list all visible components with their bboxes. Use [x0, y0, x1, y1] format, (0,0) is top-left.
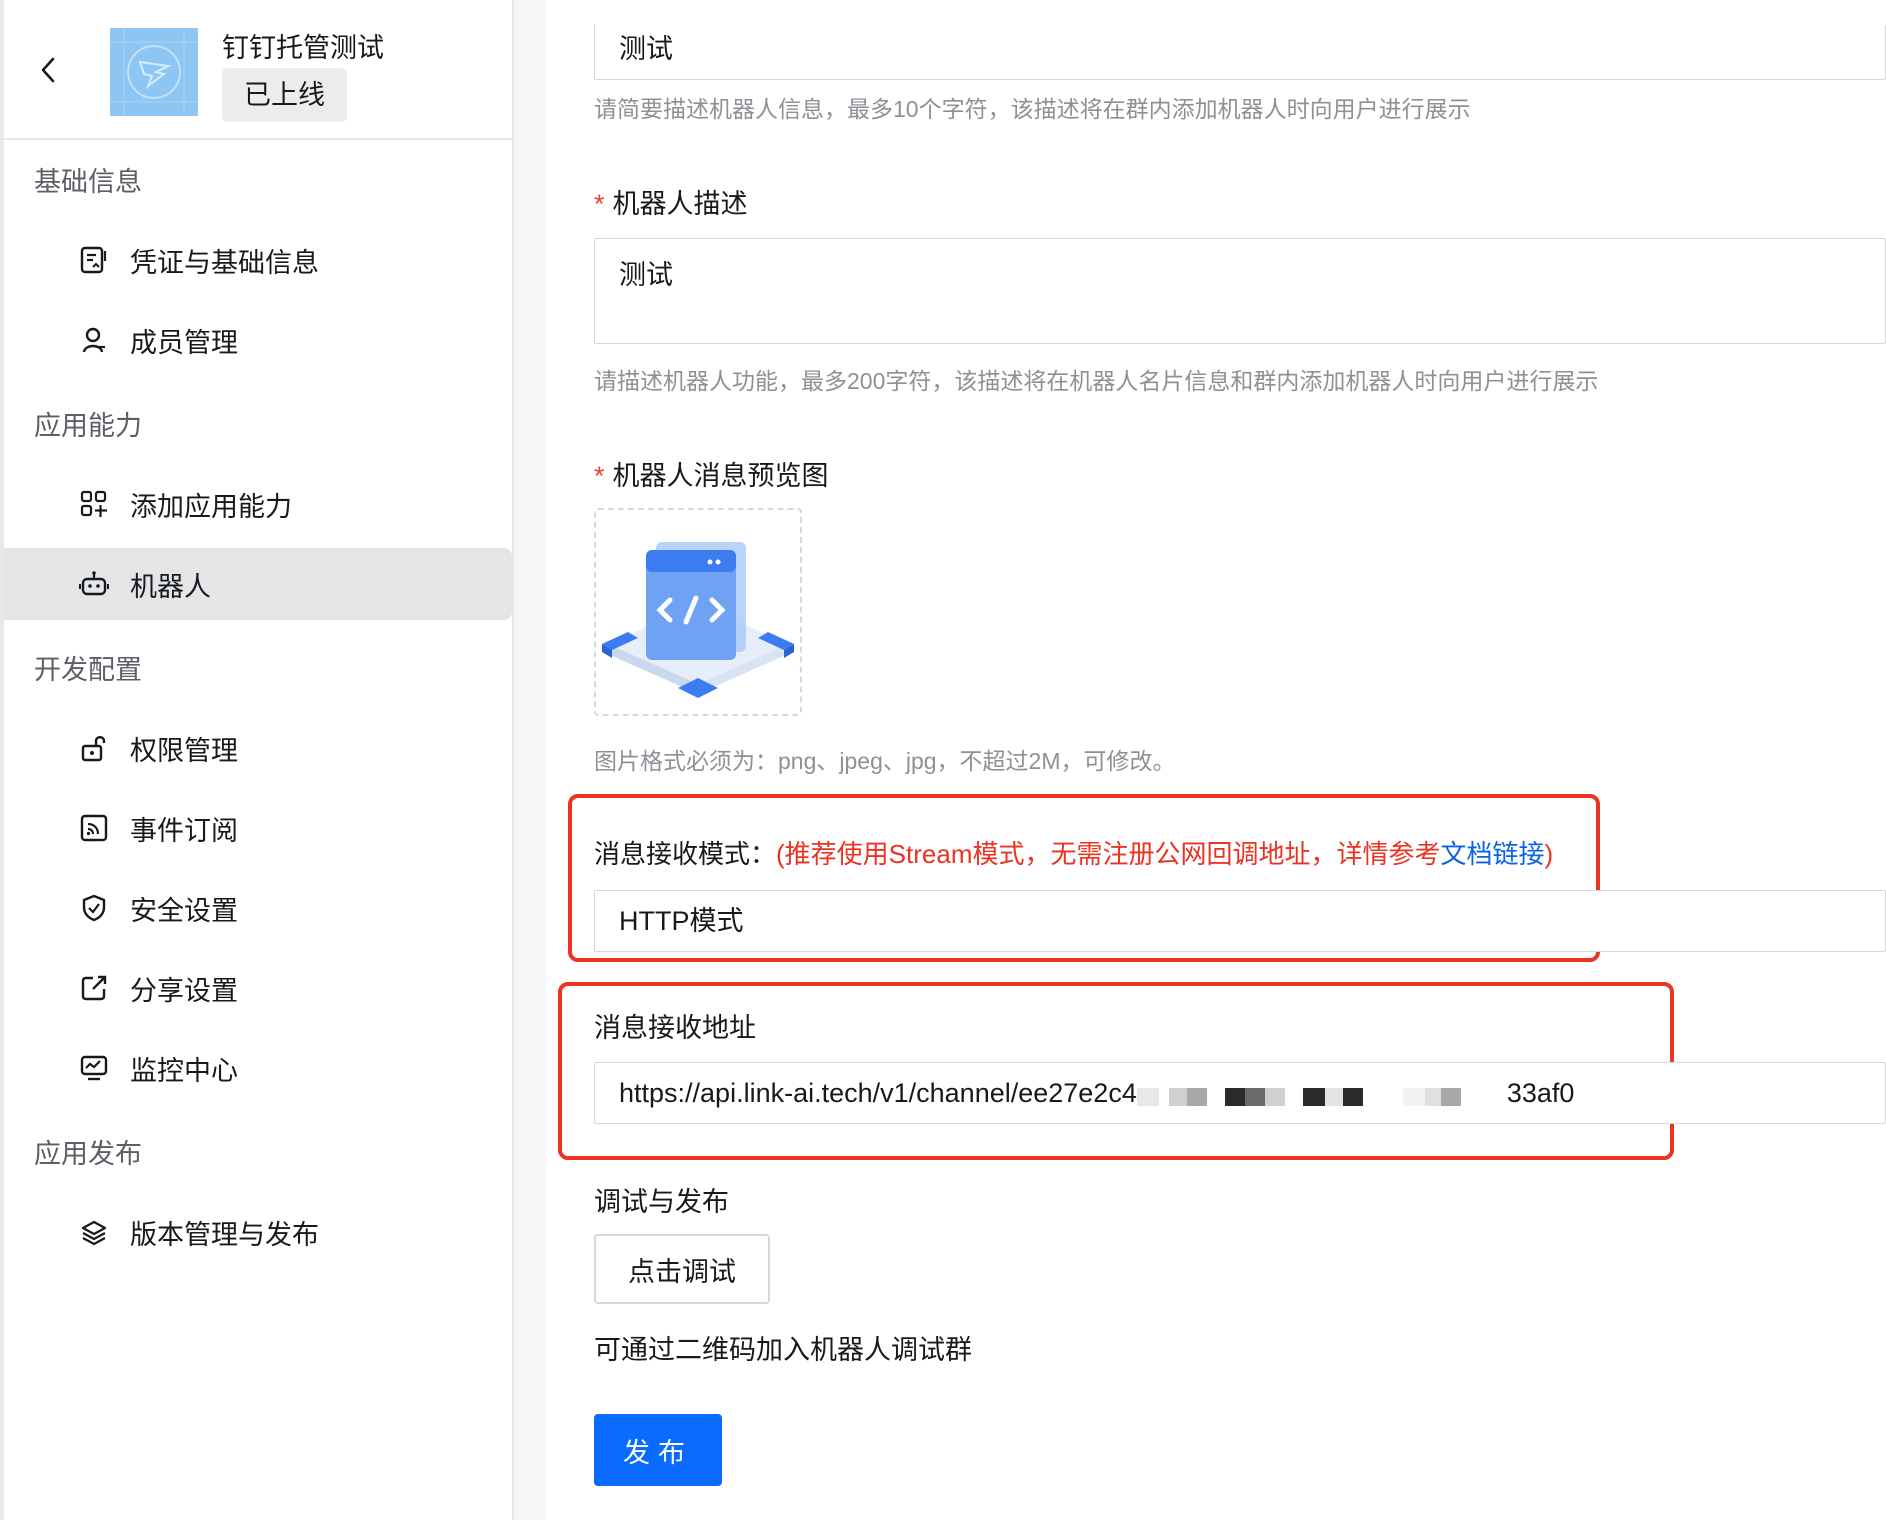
sidebar-item-label: 版本管理与发布 [130, 1219, 319, 1250]
mode-note: (推荐使用Stream模式，无需注册公网回调地址，详情参考 [776, 839, 1441, 869]
brief-hint: 请简要描述机器人信息，最多10个字符，该描述将在群内添加机器人时向用户进行展示 [594, 96, 1471, 122]
section-title-release: 应用发布 [34, 1139, 142, 1169]
brief-input[interactable]: 测试 [594, 24, 1886, 80]
desc-label-text: 机器人描述 [612, 189, 748, 219]
dingtalk-logo-icon [110, 28, 198, 116]
sidebar-item-add-capability[interactable]: 添加应用能力 [4, 468, 512, 540]
mode-label: 消息接收模式：(推荐使用Stream模式，无需注册公网回调地址，详情参考文档链接… [594, 834, 1553, 871]
app-logo [110, 28, 198, 116]
section-title-dev: 开发配置 [34, 655, 142, 685]
sidebar-item-credentials[interactable]: 凭证与基础信息 [4, 224, 512, 296]
sidebar-item-members[interactable]: 成员管理 [4, 304, 512, 376]
publish-button[interactable]: 发布 [594, 1414, 722, 1486]
sidebar-item-label: 监控中心 [130, 1055, 238, 1086]
sidebar: 钉钉托管测试 已上线 基础信息 凭证与基础信息 成员管理 应用能力 添加应用能力… [0, 0, 514, 1520]
preview-image-upload[interactable] [594, 508, 802, 716]
sidebar-item-permissions[interactable]: 权限管理 [4, 712, 512, 784]
url-input[interactable]: https://api.link-ai.tech/v1/channel/ee27… [594, 1062, 1886, 1124]
sidebar-item-label: 机器人 [130, 571, 211, 602]
sidebar-item-share[interactable]: 分享设置 [4, 952, 512, 1024]
sidebar-item-label: 事件订阅 [130, 815, 238, 846]
sidebar-item-label: 凭证与基础信息 [130, 247, 319, 278]
chevron-left-icon[interactable] [34, 52, 62, 88]
desc-textarea[interactable]: 测试 [594, 238, 1886, 344]
required-mark: * [594, 189, 605, 219]
rss-icon [76, 810, 112, 846]
mode-select[interactable]: HTTP模式 [594, 890, 1886, 952]
mode-label-text: 消息接收模式： [594, 839, 777, 869]
robot-icon [76, 566, 112, 602]
sidebar-item-robot[interactable]: 机器人 [4, 548, 512, 620]
sidebar-item-security[interactable]: 安全设置 [4, 872, 512, 944]
sidebar-item-label: 权限管理 [130, 735, 238, 766]
credential-icon [76, 242, 112, 278]
app-header: 钉钉托管测试 已上线 [0, 0, 512, 140]
sidebar-item-label: 分享设置 [130, 975, 238, 1006]
lock-icon [76, 730, 112, 766]
sidebar-item-label: 添加应用能力 [130, 491, 292, 522]
section-title-basic: 基础信息 [34, 167, 142, 197]
sidebar-item-monitor[interactable]: 监控中心 [4, 1032, 512, 1104]
apps-add-icon [76, 486, 112, 522]
status-badge: 已上线 [222, 68, 347, 122]
sidebar-item-label: 安全设置 [130, 895, 238, 926]
preview-hint: 图片格式必须为：png、jpeg、jpg，不超过2M，可修改。 [594, 748, 1176, 774]
sidebar-item-events[interactable]: 事件订阅 [4, 792, 512, 864]
url-value-end: 33af0 [1506, 1078, 1575, 1108]
debug-button[interactable]: 点击调试 [594, 1234, 770, 1304]
main-content: 测试 请简要描述机器人信息，最多10个字符，该描述将在群内添加机器人时向用户进行… [546, 0, 1886, 1520]
app-name: 钉钉托管测试 [222, 33, 384, 63]
preview-label-text: 机器人消息预览图 [612, 461, 829, 491]
share-icon [76, 970, 112, 1006]
mode-note-end: ) [1544, 839, 1554, 869]
doc-link[interactable]: 文档链接 [1440, 839, 1544, 869]
preview-label: * 机器人消息预览图 [594, 454, 829, 493]
required-mark: * [594, 461, 605, 491]
url-value-start: https://api.link-ai.tech/v1/channel/ee27… [619, 1078, 1137, 1108]
qr-text: 可通过二维码加入机器人调试群 [594, 1335, 972, 1365]
code-window-illustration-icon [602, 542, 794, 698]
sidebar-item-versions[interactable]: 版本管理与发布 [4, 1196, 512, 1268]
sidebar-item-label: 成员管理 [130, 327, 238, 358]
desc-hint: 请描述机器人功能，最多200字符，该描述将在机器人名片信息和群内添加机器人时向用… [594, 368, 1599, 394]
section-title-capability: 应用能力 [34, 411, 142, 441]
monitor-icon [76, 1050, 112, 1086]
url-label: 消息接收地址 [594, 1013, 756, 1043]
layers-icon [76, 1214, 112, 1250]
shield-icon [76, 890, 112, 926]
desc-label: * 机器人描述 [594, 182, 748, 221]
url-redacted [1136, 1065, 1507, 1125]
debug-label: 调试与发布 [594, 1187, 729, 1217]
user-icon [76, 322, 112, 358]
